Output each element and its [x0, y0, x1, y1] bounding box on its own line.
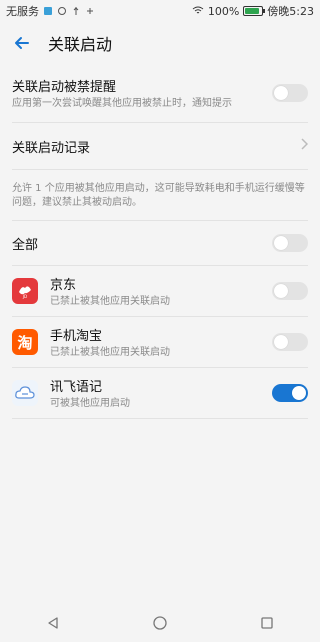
info-note: 允许 1 个应用被其他应用启动，这可能导致耗电和手机运行缓慢等问题，建议禁止其被…	[12, 183, 305, 208]
app-status: 已禁止被其他应用关联启动	[50, 295, 170, 307]
list-item-taobao[interactable]: 淘 手机淘宝 已禁止被其他应用关联启动	[12, 317, 308, 368]
status-bar: 无服务 100% 傍晚5:23	[0, 0, 320, 22]
log-title: 关联启动记录	[12, 140, 91, 156]
nav-home-button[interactable]	[148, 611, 172, 635]
square-recents-icon	[260, 617, 273, 629]
app-status: 已禁止被其他应用关联启动	[50, 346, 170, 358]
nav-back-button[interactable]	[41, 611, 65, 635]
status-right: 100% 傍晚5:23	[192, 3, 314, 19]
taobao-toggle[interactable]	[272, 333, 308, 351]
page-title: 关联启动	[48, 35, 113, 54]
settings-list: 关联启动被禁提醒 应用第一次尝试唤醒其他应用被禁止时，通知提示 关联启动记录	[0, 64, 320, 170]
usb-debug-icon	[85, 6, 95, 16]
prompt-setting-text: 关联启动被禁提醒 应用第一次尝试唤醒其他应用被禁止时，通知提示	[12, 76, 232, 111]
app-status: 可被其他应用启动	[50, 397, 130, 409]
list-item-iflynote[interactable]: 讯飞语记 可被其他应用启动	[12, 368, 308, 419]
clock: 傍晚5:23	[267, 5, 314, 18]
apps-list: 全部 JD 京东 已禁止被其他应用关联启动 淘 手机淘宝 已禁止被其他应用关联启…	[0, 220, 320, 419]
taobao-text: 手机淘宝 已禁止被其他应用关联启动	[50, 325, 170, 360]
all-apps-toggle[interactable]	[272, 234, 308, 252]
iflynote-toggle[interactable]	[272, 384, 308, 402]
status-left: 无服务	[6, 3, 95, 19]
iflynote-text: 讯飞语记 可被其他应用启动	[50, 376, 130, 411]
list-item-jd[interactable]: JD 京东 已禁止被其他应用关联启动	[12, 266, 308, 317]
wifi-icon	[192, 6, 204, 16]
battery-percent: 100%	[207, 4, 240, 18]
circle-home-icon	[153, 616, 167, 630]
taobao-icon: 淘	[12, 329, 38, 355]
system-nav-bar	[0, 604, 320, 642]
app-name: 京东	[50, 277, 77, 293]
taobao-left: 淘 手机淘宝 已禁止被其他应用关联启动	[12, 325, 170, 360]
iflynote-left: 讯飞语记 可被其他应用启动	[12, 376, 130, 411]
jd-icon: JD	[12, 278, 38, 304]
taobao-glyph: 淘	[17, 333, 33, 352]
all-apps-row[interactable]: 全部	[12, 220, 308, 266]
jd-toggle[interactable]	[272, 282, 308, 300]
jd-left: JD 京东 已禁止被其他应用关联启动	[12, 274, 170, 309]
all-apps-title: 全部	[12, 237, 39, 253]
log-row[interactable]: 关联启动记录	[12, 123, 309, 170]
app-name: 手机淘宝	[50, 328, 103, 344]
back-button[interactable]	[10, 31, 34, 55]
iflynote-icon	[12, 380, 38, 406]
carrier-text: 无服务	[6, 5, 39, 18]
prompt-setting-title: 关联启动被禁提醒	[12, 79, 117, 95]
triangle-back-icon	[48, 617, 58, 629]
battery-icon	[243, 6, 266, 16]
sim-icon	[43, 6, 53, 16]
app-name: 讯飞语记	[50, 379, 103, 395]
nav-recents-button[interactable]	[255, 611, 279, 635]
prompt-toggle[interactable]	[272, 84, 308, 102]
jd-text: 京东 已禁止被其他应用关联启动	[50, 274, 170, 309]
chevron-right-icon	[300, 138, 309, 154]
notification-icon	[57, 6, 67, 16]
usb-icon	[71, 6, 81, 16]
svg-text:JD: JD	[22, 294, 27, 299]
prompt-setting-subtitle: 应用第一次尝试唤醒其他应用被禁止时，通知提示	[12, 97, 232, 109]
app-header: 关联启动	[0, 22, 320, 64]
arrow-left-icon	[15, 37, 29, 49]
prompt-setting-row[interactable]: 关联启动被禁提醒 应用第一次尝试唤醒其他应用被禁止时，通知提示	[12, 64, 308, 123]
